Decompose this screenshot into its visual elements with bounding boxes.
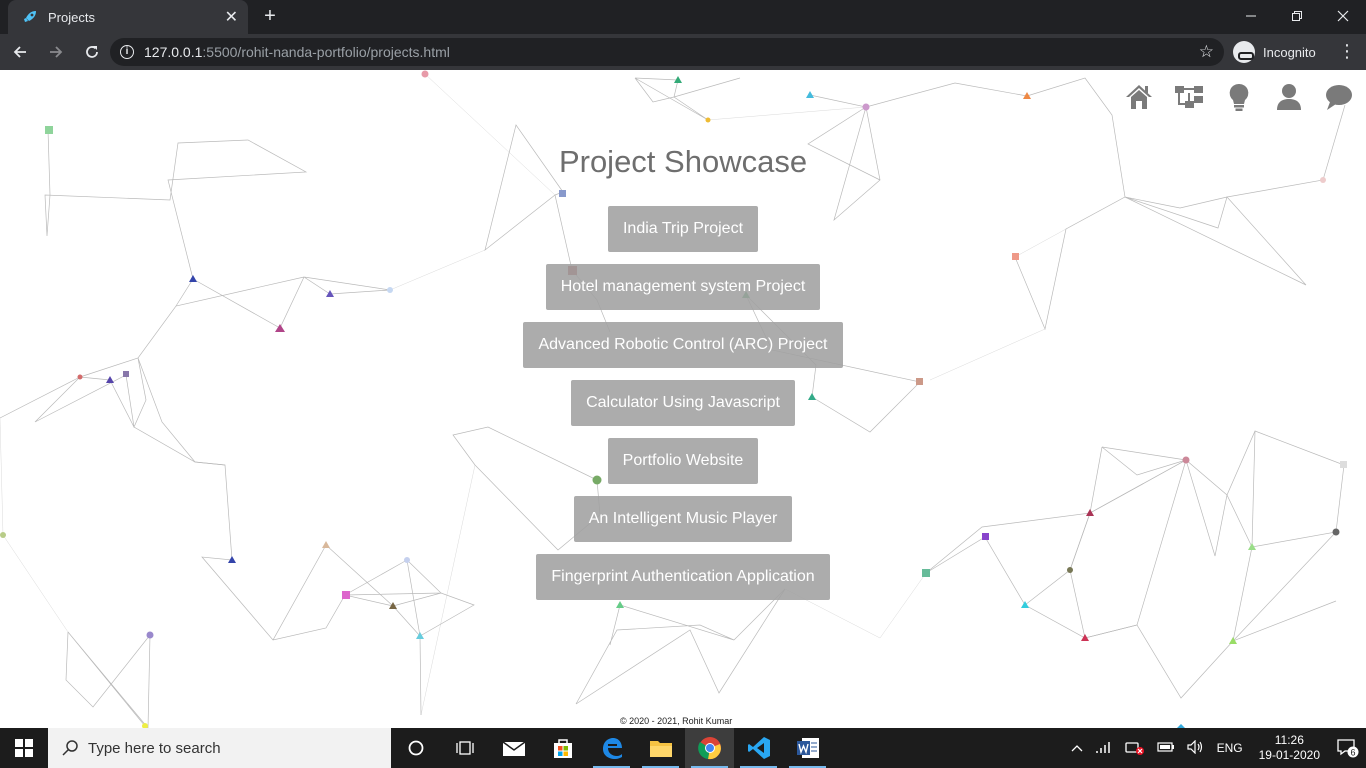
minimize-icon[interactable]: [1228, 0, 1274, 32]
language-indicator[interactable]: ENG: [1217, 741, 1243, 755]
edge-icon[interactable]: [587, 728, 636, 768]
tab-title: Projects: [48, 9, 95, 25]
mail-icon[interactable]: [489, 728, 538, 768]
word-icon[interactable]: [783, 728, 832, 768]
chrome-icon[interactable]: [685, 728, 734, 768]
project-button-calculator[interactable]: Calculator Using Javascript: [571, 380, 795, 426]
vscode-icon[interactable]: [734, 728, 783, 768]
window-controls: [1228, 0, 1366, 34]
reload-icon[interactable]: [76, 36, 108, 68]
clock-time: 11:26: [1274, 733, 1304, 747]
site-info-icon[interactable]: i: [120, 45, 134, 59]
cortana-icon[interactable]: [391, 728, 440, 768]
bookmark-star-icon[interactable]: ☆: [1199, 42, 1214, 62]
back-icon[interactable]: [4, 36, 36, 68]
action-center-icon[interactable]: 6: [1330, 738, 1366, 758]
system-tray: ENG 11:26 19-01-2020 6: [1065, 728, 1366, 768]
browser-tab-strip: Projects ✕ +: [0, 0, 1366, 34]
comment-icon[interactable]: [1324, 82, 1354, 112]
file-explorer-icon[interactable]: [636, 728, 685, 768]
network-icon[interactable]: [1095, 739, 1113, 758]
footer-copyright: © 2020 - 2021, Rohit Kumar: [620, 716, 733, 726]
forward-icon[interactable]: [40, 36, 72, 68]
windows-taskbar: Type here to search ENG 11:26 19-01-2020…: [0, 728, 1366, 768]
browser-toolbar: i 127.0.0.1:5500/rohit-nanda-portfolio/p…: [0, 34, 1366, 70]
project-list: India Trip Project Hotel management syst…: [0, 206, 1366, 612]
incognito-indicator[interactable]: Incognito: [1233, 39, 1316, 65]
top-navigation: [1124, 82, 1354, 112]
new-tab-button[interactable]: +: [258, 5, 282, 29]
meet-now-icon[interactable]: [1124, 739, 1145, 758]
browser-menu-icon[interactable]: ⋮: [1338, 42, 1356, 60]
start-button[interactable]: [0, 728, 48, 768]
store-icon[interactable]: [538, 728, 587, 768]
search-icon: [62, 740, 78, 756]
url-path: :5500/rohit-nanda-portfolio/projects.htm…: [202, 44, 450, 60]
tray-overflow-chevron-icon[interactable]: [1071, 741, 1083, 755]
task-view-icon[interactable]: [440, 728, 489, 768]
address-bar[interactable]: i 127.0.0.1:5500/rohit-nanda-portfolio/p…: [110, 38, 1224, 66]
home-icon[interactable]: [1124, 82, 1154, 112]
rocket-icon: [24, 11, 36, 22]
project-button-india-trip[interactable]: India Trip Project: [607, 206, 759, 252]
incognito-label: Incognito: [1263, 44, 1316, 60]
clock-date: 19-01-2020: [1258, 748, 1320, 762]
incognito-icon: [1233, 41, 1255, 63]
battery-icon[interactable]: [1156, 741, 1175, 756]
taskbar-search-box[interactable]: Type here to search: [48, 728, 391, 768]
volume-icon[interactable]: [1186, 739, 1205, 757]
tab-close-icon[interactable]: ✕: [225, 7, 238, 27]
windows-logo-icon: [15, 739, 33, 757]
user-icon[interactable]: [1274, 82, 1304, 112]
lightbulb-icon[interactable]: [1224, 82, 1254, 112]
close-window-icon[interactable]: [1320, 0, 1366, 32]
project-button-fingerprint[interactable]: Fingerprint Authentication Application: [536, 554, 830, 600]
url-host: 127.0.0.1: [144, 44, 203, 60]
sitemap-icon[interactable]: [1174, 82, 1204, 112]
browser-tab-projects[interactable]: Projects ✕: [8, 0, 248, 34]
restore-icon[interactable]: [1274, 0, 1320, 32]
project-button-music-player[interactable]: An Intelligent Music Player: [573, 496, 793, 542]
page-title: Project Showcase: [558, 144, 808, 179]
system-clock[interactable]: 11:26 19-01-2020: [1259, 733, 1320, 763]
page-viewport: Project Showcase India Trip Project Hote…: [0, 70, 1366, 728]
project-button-hotel-management[interactable]: Hotel management system Project: [545, 264, 821, 310]
project-button-arc[interactable]: Advanced Robotic Control (ARC) Project: [523, 322, 843, 368]
project-button-portfolio[interactable]: Portfolio Website: [607, 438, 759, 484]
search-placeholder: Type here to search: [88, 739, 221, 757]
notification-count: 6: [1350, 748, 1355, 758]
